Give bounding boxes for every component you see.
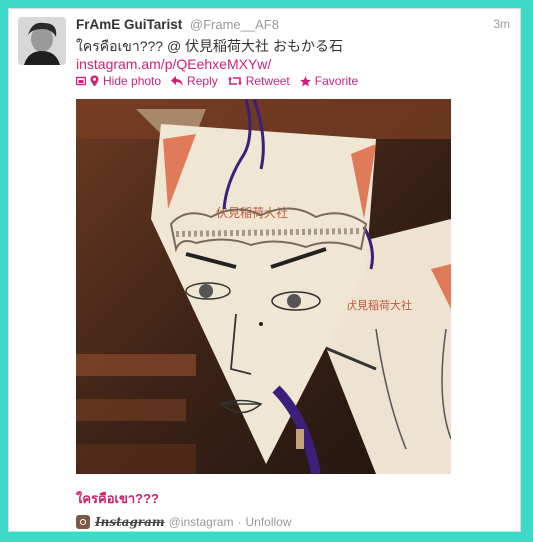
source-name[interactable]: Instagram [95,515,165,529]
photo-icon [76,76,86,86]
right-ema-text: 伏見稲荷大社 [346,298,412,312]
tweet-card: FrAmE GuiTarist @Frame__AF8 3m ใครคือเขา… [8,8,521,532]
hide-photo-action[interactable]: Hide photo [76,74,161,88]
unfollow-button[interactable]: Unfollow [245,515,291,529]
separator: · [237,515,242,529]
star-icon [299,75,311,86]
card-attribution: Instagram @instagram · Unfollow [76,515,292,529]
tweet-link[interactable]: instagram.am/p/QEehxeMXYw/ [76,55,271,73]
tweet-header: FrAmE GuiTarist @Frame__AF8 3m [76,17,510,37]
tweet-text: ใครคือเขา??? @ 伏見稲荷大社 おもかる石 [76,38,343,54]
reply-icon [171,76,184,86]
location-pin-icon [90,75,99,87]
user-fullname[interactable]: FrAmE GuiTarist [76,17,182,32]
photo-caption[interactable]: ใครคือเขา??? [76,488,159,509]
favorite-action[interactable]: Favorite [299,74,359,88]
retweet-label: Retweet [245,74,290,88]
tweet-photo[interactable]: 伏見稲荷大社 伏見稲荷大社 [76,99,451,474]
tweet-timestamp[interactable]: 3m [493,17,510,31]
reply-label: Reply [187,74,218,88]
favorite-label: Favorite [314,74,359,88]
hide-photo-label: Hide photo [103,74,162,88]
tweet-actions: Hide photo Reply Retweet Favorite [76,73,368,89]
reply-action[interactable]: Reply [171,74,218,88]
source-handle[interactable]: @instagram [169,515,234,529]
avatar[interactable] [18,17,66,65]
instagram-icon [76,515,90,529]
user-handle[interactable]: @Frame__AF8 [190,17,279,32]
retweet-action[interactable]: Retweet [227,74,290,88]
retweet-icon [227,76,242,86]
